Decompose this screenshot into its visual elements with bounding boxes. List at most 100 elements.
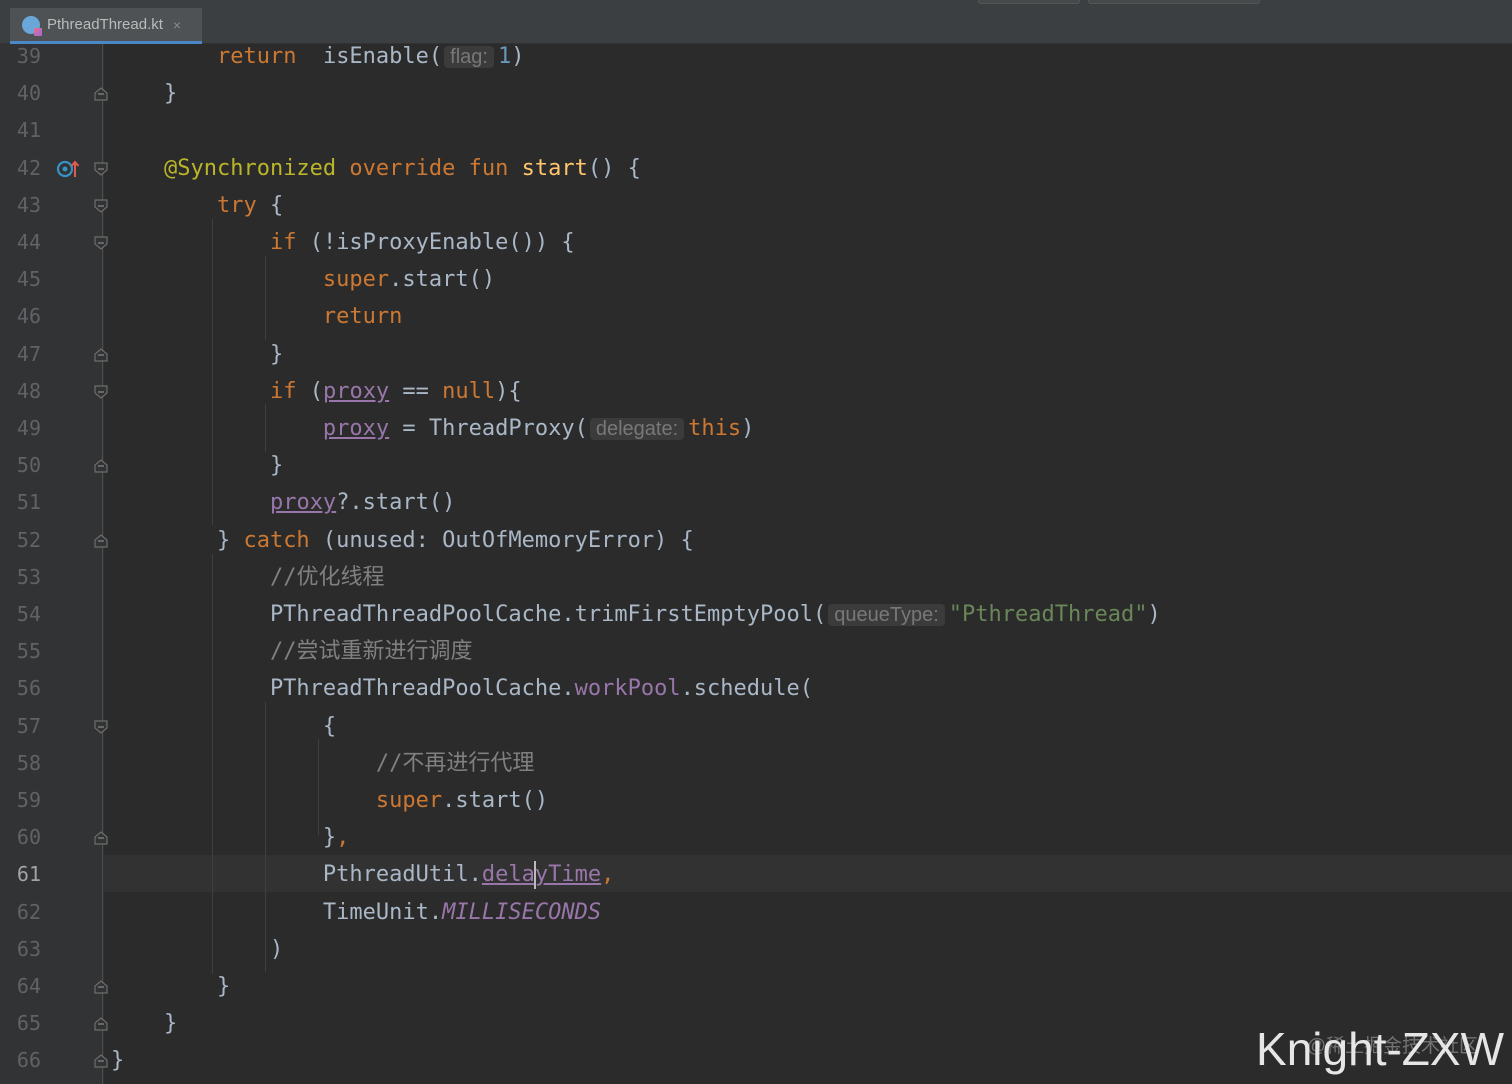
code-line[interactable]: 45 super.start() <box>0 261 1512 298</box>
code-line[interactable]: 43 try { <box>0 187 1512 224</box>
code-text[interactable]: PthreadUtil.delayTime, <box>111 856 614 893</box>
code-line[interactable]: 59 super.start() <box>0 782 1512 819</box>
code-text[interactable]: ) <box>111 931 283 968</box>
fold-end-icon[interactable] <box>94 1017 108 1031</box>
fold-start-icon[interactable] <box>94 161 108 176</box>
line-number: 62 <box>16 899 41 924</box>
code-text[interactable]: //优化线程 <box>111 559 385 596</box>
fold-start-icon[interactable] <box>94 719 108 734</box>
code-token: ( <box>296 378 323 404</box>
code-text[interactable]: super.start() <box>111 782 548 819</box>
code-line[interactable]: 63 ) <box>0 931 1512 968</box>
code-line[interactable]: 53 //优化线程 <box>0 559 1512 596</box>
code-text[interactable]: } <box>111 336 283 373</box>
code-text[interactable]: } <box>111 75 177 112</box>
code-text[interactable]: } <box>111 1042 124 1079</box>
code-line[interactable]: 41 <box>0 112 1512 149</box>
code-text[interactable]: if (!isProxyEnable()) { <box>111 224 575 261</box>
code-text[interactable]: //不再进行代理 <box>111 745 535 782</box>
code-line[interactable]: 56 PThreadThreadPoolCache.workPool.sched… <box>0 670 1512 707</box>
fold-end-icon[interactable] <box>94 1054 108 1068</box>
line-number: 61 <box>16 862 41 887</box>
code-line[interactable]: 42 @Synchronized override fun start() { <box>0 150 1512 187</box>
fold-end-icon[interactable] <box>94 831 108 845</box>
code-text[interactable]: } <box>111 447 283 484</box>
line-number: 59 <box>16 788 41 812</box>
fold-end-icon[interactable] <box>94 87 108 101</box>
code-token: == <box>389 378 443 404</box>
code-token: proxy <box>322 416 390 441</box>
code-text[interactable]: try { <box>111 187 283 224</box>
code-token: 1 <box>497 44 512 69</box>
code-line[interactable]: 50 } <box>0 447 1512 484</box>
code-text[interactable]: return isEnable(flag: 1) <box>111 38 525 76</box>
code-token: dela <box>481 862 535 888</box>
fold-end-icon[interactable] <box>94 347 108 362</box>
line-number: 40 <box>16 81 41 106</box>
code-token: PThreadThreadPoolCache.trimFirstEmptyPoo… <box>111 602 827 627</box>
code-line[interactable]: 49 proxy = ThreadProxy(delegate: this) <box>0 410 1512 447</box>
code-line[interactable]: 51 proxy?.start() <box>0 484 1512 521</box>
line-number: 50 <box>16 453 41 478</box>
code-token: ?.start() <box>336 490 456 516</box>
code-line[interactable]: 52 } catch (unused: OutOfMemoryError) { <box>0 522 1512 559</box>
code-line[interactable]: 39 return isEnable(flag: 1) <box>0 38 1512 75</box>
code-line[interactable]: 57 { <box>0 708 1512 745</box>
code-text[interactable]: }, <box>111 819 350 856</box>
code-line[interactable]: 60 }, <box>0 819 1512 856</box>
code-token: if <box>269 230 297 255</box>
fold-end-icon[interactable] <box>94 459 108 473</box>
code-text[interactable]: //尝试重新进行调度 <box>111 633 473 670</box>
fold-end-icon[interactable] <box>94 980 108 994</box>
code-line[interactable]: 48 if (proxy == null){ <box>0 373 1512 410</box>
code-editor[interactable]: 39 return isEnable(flag: 1) 40 } 41 42 @Sync… <box>0 44 1512 1084</box>
code-line[interactable]: 62 TimeUnit.MILLISECONDS <box>0 894 1512 931</box>
tab-label: PthreadThread.kt <box>47 16 163 33</box>
code-token: //优化线程 <box>269 564 385 590</box>
fold-start-icon[interactable] <box>94 199 108 213</box>
code-line[interactable]: 61 PthreadUtil.delayTime, <box>0 856 1512 893</box>
line-number: 51 <box>16 490 41 515</box>
code-text[interactable]: PThreadThreadPoolCache.trimFirstEmptyPoo… <box>111 596 1161 634</box>
fold-start-icon[interactable] <box>94 385 108 399</box>
line-number: 57 <box>16 713 41 738</box>
code-line[interactable]: 54 PThreadThreadPoolCache.trimFirstEmpty… <box>0 596 1512 633</box>
code-text[interactable]: } catch (unused: OutOfMemoryError) { <box>111 522 694 559</box>
code-line[interactable]: 47 } <box>0 336 1512 373</box>
code-text[interactable]: { <box>111 708 336 745</box>
code-text[interactable]: proxy?.start() <box>111 484 455 521</box>
code-line[interactable]: 40 } <box>0 75 1512 112</box>
code-text[interactable]: @Synchronized override fun start() { <box>111 150 641 187</box>
fold-start-icon[interactable] <box>94 236 108 250</box>
code-line[interactable]: 64 } <box>0 968 1512 1005</box>
toolbar-control[interactable] <box>978 0 1080 4</box>
code-line[interactable]: 44 if (!isProxyEnable()) { <box>0 224 1512 261</box>
override-gutter-icon[interactable] <box>56 158 80 180</box>
code-text[interactable]: } <box>111 1005 177 1042</box>
code-text[interactable]: super.start() <box>111 261 495 298</box>
code-text[interactable]: return <box>111 298 402 335</box>
line-number: 53 <box>16 564 41 589</box>
code-line[interactable]: 55 //尝试重新进行调度 <box>0 633 1512 670</box>
parameter-hint: queueType: <box>828 604 945 626</box>
code-text[interactable]: } <box>111 968 230 1005</box>
toolbar-control[interactable] <box>1088 0 1260 4</box>
fold-end-icon[interactable] <box>94 533 108 548</box>
line-number: 58 <box>16 750 41 775</box>
code-text[interactable]: PThreadThreadPoolCache.workPool.schedule… <box>111 670 813 707</box>
line-number: 60 <box>16 825 41 850</box>
line-number: 47 <box>16 341 41 366</box>
code-text[interactable]: if (proxy == null){ <box>111 373 522 410</box>
code-line[interactable]: 46 return <box>0 298 1512 335</box>
close-icon[interactable]: × <box>173 17 181 33</box>
watermark: Knight-ZXW <box>1256 1023 1504 1075</box>
code-text[interactable]: proxy = ThreadProxy(delegate: this) <box>111 410 754 448</box>
code-line[interactable]: 58 //不再进行代理 <box>0 745 1512 782</box>
code-text[interactable]: TimeUnit.MILLISECONDS <box>111 894 601 931</box>
